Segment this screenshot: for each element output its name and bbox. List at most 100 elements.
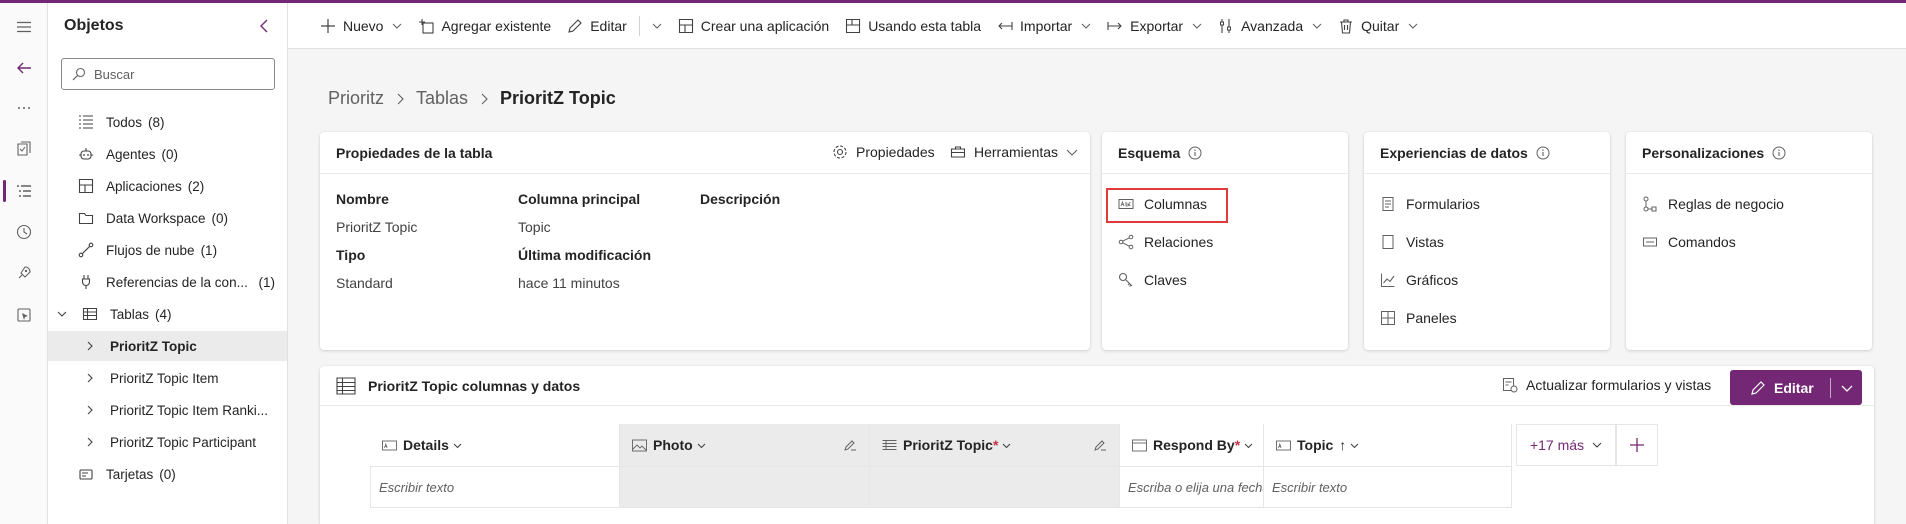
agent-icon <box>78 146 94 162</box>
breadcrumb-current: PrioritZ Topic <box>500 88 616 108</box>
tree-item-label: Todos <box>106 114 143 130</box>
objects-panel: Objetos Buscar Todos (8) Agentes (0) Apl… <box>48 3 288 524</box>
breadcrumb-root[interactable]: Prioritz <box>328 88 384 109</box>
remove-label: Quitar <box>1361 17 1400 34</box>
objects-icon[interactable] <box>8 175 40 207</box>
relationships-link[interactable]: Relaciones <box>1118 234 1213 250</box>
keys-link[interactable]: Claves <box>1118 272 1187 288</box>
menu-icon[interactable] <box>8 11 40 43</box>
description-label: Descripción <box>700 191 781 207</box>
using-table-button[interactable]: Usando esta tabla <box>845 18 981 34</box>
column-header-respond-by[interactable]: Respond By * <box>1120 424 1264 466</box>
import-button[interactable]: Importar <box>997 18 1091 34</box>
tree-item-prioritz-topic-item-ranking[interactable]: PrioritZ Topic Item Ranki... <box>48 395 287 425</box>
tree-item-label: PrioritZ Topic Item Ranki... <box>110 402 269 418</box>
commands-link[interactable]: Comandos <box>1642 234 1736 250</box>
dashboards-link[interactable]: Paneles <box>1380 310 1457 326</box>
cell-topic[interactable]: Escribir texto <box>1264 466 1512 508</box>
edit-primary-button[interactable]: Editar <box>1730 370 1862 405</box>
tree-item-data-workspace[interactable]: Data Workspace (0) <box>48 203 287 233</box>
history-icon[interactable] <box>8 216 40 248</box>
new-button[interactable]: Nuevo <box>320 18 402 34</box>
pipelines-icon[interactable] <box>8 299 40 331</box>
cell-respond-by[interactable]: Escriba o elija una fecha <box>1120 466 1264 508</box>
column-header-label: Details <box>403 437 449 453</box>
more-columns-button[interactable]: +17 más <box>1516 424 1616 466</box>
tree-item-label: PrioritZ Topic Item <box>110 370 219 386</box>
cell-details[interactable]: Escribir texto <box>370 466 620 508</box>
more-icon[interactable] <box>8 92 40 124</box>
type-label: Tipo <box>336 247 366 263</box>
chevron-right-icon <box>478 93 490 105</box>
charts-label: Gráficos <box>1406 272 1459 288</box>
chevron-right-icon[interactable] <box>82 434 98 450</box>
tree-item-agentes[interactable]: Agentes (0) <box>48 139 287 169</box>
export-button[interactable]: Exportar <box>1107 18 1202 34</box>
search-input[interactable]: Buscar <box>61 58 275 90</box>
text-field-icon <box>382 439 397 452</box>
cell-placeholder: Escribir texto <box>379 479 455 495</box>
type-value: Standard <box>336 275 393 291</box>
chevron-right-icon[interactable] <box>82 402 98 418</box>
solutions-icon[interactable] <box>8 133 40 165</box>
column-header-photo[interactable]: Photo <box>620 424 870 466</box>
tools-button[interactable]: Herramientas <box>950 144 1078 160</box>
info-icon[interactable] <box>1188 146 1202 160</box>
left-rail <box>0 3 48 524</box>
update-forms-views-button[interactable]: Actualizar formularios y vistas <box>1502 377 1711 393</box>
views-label: Vistas <box>1406 234 1444 250</box>
columns-link[interactable]: Columnas <box>1118 196 1207 212</box>
tree-item-label: Data Workspace <box>106 210 206 226</box>
edit-dropdown-toggle[interactable] <box>1831 382 1862 394</box>
primary-key-icon <box>882 439 897 452</box>
chevron-right-icon[interactable] <box>82 338 98 354</box>
info-icon[interactable] <box>1536 146 1550 160</box>
edit-button[interactable]: Editar <box>567 18 627 34</box>
forms-link[interactable]: Formularios <box>1380 196 1480 212</box>
objects-title: Objetos <box>64 17 124 34</box>
chevron-down-icon <box>392 21 402 31</box>
add-column-button[interactable] <box>1616 424 1658 466</box>
tree-item-aplicaciones[interactable]: Aplicaciones (2) <box>48 171 287 201</box>
column-header-label: Topic <box>1297 437 1334 453</box>
add-existing-label: Agregar existente <box>441 17 552 34</box>
column-header-prioritz-topic[interactable]: PrioritZ Topic * <box>870 424 1120 466</box>
sort-ascending-icon: ↑ <box>1339 437 1347 453</box>
breadcrumb-mid[interactable]: Tablas <box>416 88 468 109</box>
tree-item-tarjetas[interactable]: Tarjetas (0) <box>48 459 287 489</box>
collapse-panel-icon[interactable] <box>256 17 274 35</box>
chevron-right-icon[interactable] <box>82 370 98 386</box>
key-icon <box>1118 272 1134 288</box>
dashboards-label: Paneles <box>1406 310 1457 326</box>
tree-item-flujos[interactable]: Flujos de nube (1) <box>48 235 287 265</box>
card-title: Propiedades de la tabla <box>336 144 493 161</box>
pencil-icon <box>567 18 583 34</box>
chevron-down-icon <box>1408 21 1418 31</box>
tree-item-referencias[interactable]: Referencias de la con... (1) <box>48 267 287 297</box>
tree-item-count: (8) <box>148 114 165 130</box>
tree-item-tablas[interactable]: Tablas (4) <box>48 299 287 329</box>
column-header-topic[interactable]: Topic ↑ <box>1264 424 1512 466</box>
charts-link[interactable]: Gráficos <box>1380 272 1458 288</box>
export-label: Exportar <box>1130 17 1184 34</box>
tree-item-todos[interactable]: Todos (8) <box>48 107 287 137</box>
chevron-down-icon[interactable] <box>54 306 70 322</box>
advanced-button[interactable]: Avanzada <box>1218 18 1322 34</box>
chevron-down-icon <box>1312 21 1322 31</box>
add-existing-button[interactable]: Agregar existente <box>418 18 551 34</box>
tree-item-prioritz-topic[interactable]: PrioritZ Topic <box>48 331 287 361</box>
tree-item-prioritz-topic-participant[interactable]: PrioritZ Topic Participant <box>48 427 287 457</box>
edit-dropdown-button[interactable] <box>650 21 662 31</box>
tree-item-prioritz-topic-item[interactable]: PrioritZ Topic Item <box>48 363 287 393</box>
create-app-button[interactable]: Crear una aplicación <box>678 18 829 34</box>
chevron-down-icon <box>1244 441 1253 450</box>
back-arrow-icon[interactable] <box>8 52 40 84</box>
remove-button[interactable]: Quitar <box>1338 18 1418 34</box>
column-header-details[interactable]: Details <box>370 424 620 466</box>
create-app-icon <box>678 18 694 34</box>
business-rules-link[interactable]: Reglas de negocio <box>1642 196 1784 212</box>
info-icon[interactable] <box>1772 146 1786 160</box>
deploy-icon[interactable] <box>8 257 40 289</box>
views-link[interactable]: Vistas <box>1380 234 1444 250</box>
properties-button[interactable]: Propiedades <box>832 144 935 160</box>
